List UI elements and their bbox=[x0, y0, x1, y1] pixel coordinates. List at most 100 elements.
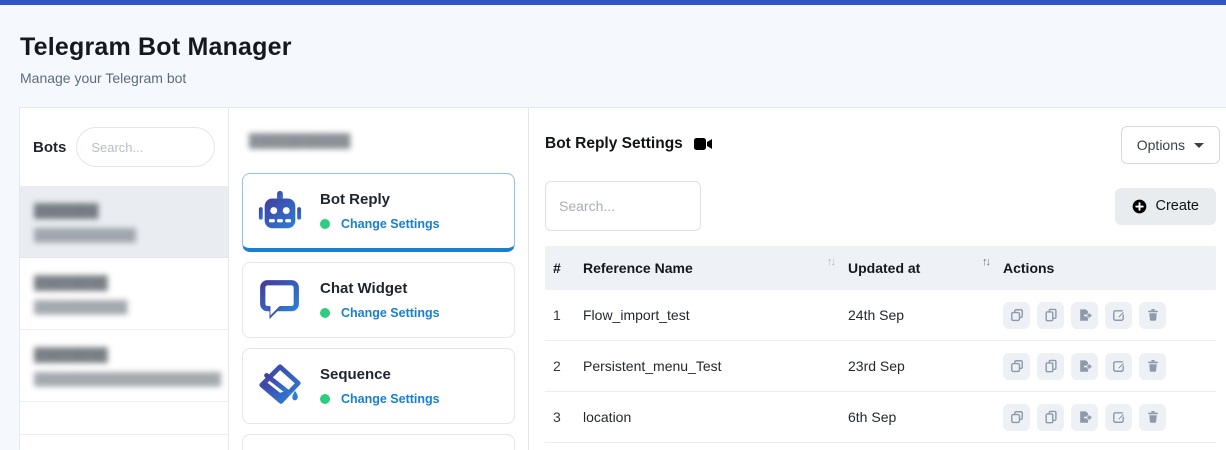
edit-button[interactable] bbox=[1105, 404, 1132, 431]
status-dot-icon bbox=[320, 394, 330, 404]
edit-button[interactable] bbox=[1105, 353, 1132, 380]
row-actions bbox=[1003, 404, 1208, 431]
main-panel: Bots ███████ ████████████ ████████ █████… bbox=[19, 107, 1226, 450]
duplicate-button[interactable] bbox=[1037, 404, 1064, 431]
settings-content: Bot Reply Settings Options Create bbox=[529, 108, 1226, 450]
card-chat-widget[interactable]: Chat Widget Change Settings bbox=[242, 262, 515, 338]
row-number: 1 bbox=[553, 307, 583, 323]
bots-sidebar-header: Bots bbox=[20, 108, 228, 186]
table-row: 3 location 6th Sep bbox=[545, 392, 1216, 443]
edit-icon bbox=[1112, 410, 1126, 424]
delete-button[interactable] bbox=[1139, 353, 1166, 380]
column-header-actions: Actions bbox=[1003, 260, 1208, 276]
reference-name: Persistent_menu_Test bbox=[583, 358, 848, 374]
row-actions bbox=[1003, 353, 1208, 380]
duplicate-button[interactable] bbox=[1037, 353, 1064, 380]
page-header: Telegram Bot Manager Manage your Telegra… bbox=[0, 5, 1226, 86]
copy-button[interactable] bbox=[1003, 353, 1030, 380]
card-partial[interactable] bbox=[242, 434, 515, 450]
reference-name: Flow_import_test bbox=[583, 307, 848, 323]
bot-list-item[interactable] bbox=[20, 402, 228, 435]
export-icon bbox=[1078, 359, 1092, 373]
updated-at: 24th Sep bbox=[848, 307, 1003, 323]
status-dot-icon bbox=[320, 308, 330, 318]
delete-button[interactable] bbox=[1139, 404, 1166, 431]
bot-username-redacted: ████████████ bbox=[34, 228, 214, 242]
column-header-updated-at[interactable]: Updated at ↑↓ bbox=[848, 260, 1003, 276]
trash-icon bbox=[1146, 308, 1160, 322]
content-title: Bot Reply Settings bbox=[545, 135, 683, 153]
card-title: Chat Widget bbox=[320, 280, 440, 297]
card-title: Bot Reply bbox=[320, 191, 440, 208]
export-button[interactable] bbox=[1071, 302, 1098, 329]
selected-bot-username-redacted: ███████████ bbox=[249, 133, 515, 148]
bot-list-item[interactable]: ████████ ███████████ bbox=[20, 258, 228, 330]
column-header-reference-name[interactable]: Reference Name ↑↓ bbox=[583, 260, 848, 276]
table-row: 2 Persistent_menu_Test 23rd Sep bbox=[545, 341, 1216, 392]
edit-icon bbox=[1112, 308, 1126, 322]
table-row: 1 Flow_import_test 24th Sep bbox=[545, 290, 1216, 341]
table-header-row: # Reference Name ↑↓ Updated at ↑↓ Action… bbox=[545, 246, 1216, 290]
bot-username-redacted: ███████████ bbox=[34, 300, 214, 314]
edit-icon bbox=[1112, 359, 1126, 373]
bots-title: Bots bbox=[33, 139, 66, 156]
plus-circle-icon bbox=[1132, 199, 1147, 214]
change-settings-link[interactable]: Change Settings bbox=[341, 306, 440, 320]
bot-list-item[interactable]: ███████ ████████████ bbox=[20, 186, 228, 258]
row-actions bbox=[1003, 302, 1208, 329]
bot-name-redacted: ███████ bbox=[34, 203, 214, 218]
change-settings-link[interactable]: Change Settings bbox=[341, 217, 440, 231]
bot-username-redacted: ██████████████████████ bbox=[34, 372, 214, 386]
column-header-num: # bbox=[553, 260, 583, 276]
copy-button[interactable] bbox=[1003, 302, 1030, 329]
copy-icon bbox=[1010, 308, 1024, 322]
export-button[interactable] bbox=[1071, 353, 1098, 380]
trash-icon bbox=[1146, 410, 1160, 424]
updated-at: 23rd Sep bbox=[848, 358, 1003, 374]
robot-icon bbox=[257, 188, 303, 234]
chat-bubble-icon bbox=[257, 277, 303, 323]
create-button[interactable]: Create bbox=[1115, 188, 1216, 225]
status-dot-icon bbox=[320, 219, 330, 229]
duplicate-button[interactable] bbox=[1037, 302, 1064, 329]
video-tutorial-icon[interactable] bbox=[694, 137, 713, 151]
reference-name: location bbox=[583, 409, 848, 425]
feature-column: ███████████ Bot Reply bbox=[229, 108, 529, 450]
export-button[interactable] bbox=[1071, 404, 1098, 431]
reference-search-input[interactable] bbox=[545, 181, 701, 231]
delete-button[interactable] bbox=[1139, 302, 1166, 329]
copy-button[interactable] bbox=[1003, 404, 1030, 431]
card-sequence[interactable]: Sequence Change Settings bbox=[242, 348, 515, 424]
bot-name-redacted: ████████ bbox=[34, 275, 214, 290]
edit-button[interactable] bbox=[1105, 302, 1132, 329]
bot-reply-table: # Reference Name ↑↓ Updated at ↑↓ Action… bbox=[545, 246, 1216, 443]
duplicate-icon bbox=[1044, 359, 1058, 373]
copy-icon bbox=[1010, 359, 1024, 373]
bots-search-input[interactable] bbox=[76, 127, 215, 167]
change-settings-link[interactable]: Change Settings bbox=[341, 392, 440, 406]
export-icon bbox=[1078, 308, 1092, 322]
sort-icon[interactable]: ↑↓ bbox=[982, 256, 989, 268]
row-number: 3 bbox=[553, 409, 583, 425]
export-icon bbox=[1078, 410, 1092, 424]
duplicate-icon bbox=[1044, 410, 1058, 424]
updated-at: 6th Sep bbox=[848, 409, 1003, 425]
sort-icon[interactable]: ↑↓ bbox=[827, 256, 834, 268]
paint-bucket-icon bbox=[257, 363, 303, 409]
bots-sidebar: Bots ███████ ████████████ ████████ █████… bbox=[20, 108, 229, 450]
page-subtitle: Manage your Telegram bot bbox=[20, 70, 1226, 86]
copy-icon bbox=[1010, 410, 1024, 424]
chevron-down-icon bbox=[1194, 143, 1204, 148]
row-number: 2 bbox=[553, 358, 583, 374]
bot-name-redacted: ████████ bbox=[34, 347, 214, 362]
create-button-label: Create bbox=[1155, 198, 1199, 214]
feature-card-list: Bot Reply Change Settings Chat Widget bbox=[242, 173, 515, 450]
bot-list-item[interactable]: ████████ ██████████████████████ bbox=[20, 330, 228, 402]
trash-icon bbox=[1146, 359, 1160, 373]
page-title: Telegram Bot Manager bbox=[20, 33, 1226, 62]
card-title: Sequence bbox=[320, 366, 440, 383]
options-button[interactable]: Options bbox=[1121, 126, 1220, 164]
duplicate-icon bbox=[1044, 308, 1058, 322]
options-button-label: Options bbox=[1137, 137, 1185, 153]
card-bot-reply[interactable]: Bot Reply Change Settings bbox=[242, 173, 515, 252]
